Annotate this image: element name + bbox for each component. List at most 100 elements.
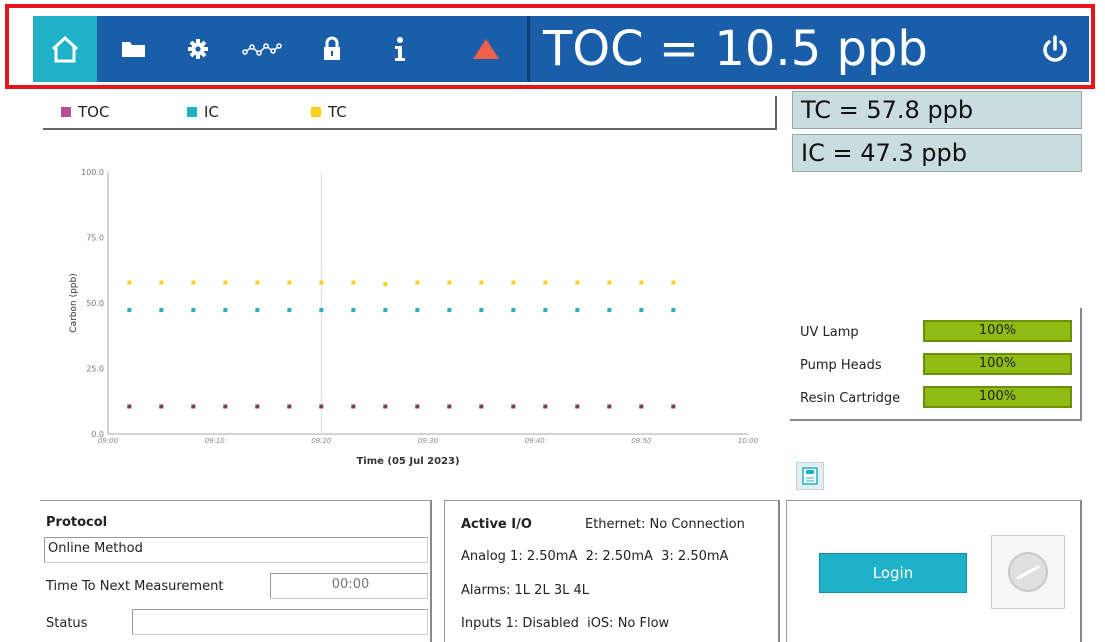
data-point-tc: [127, 280, 132, 285]
data-point-tc: [351, 280, 356, 285]
y-tick-label: 50.0: [86, 299, 104, 308]
x-tick-label: 09:20: [311, 437, 332, 445]
next-measurement-value: 00:00: [270, 573, 428, 599]
data-point-toc: [415, 404, 420, 409]
tc-reading: TC = 57.8 ppb: [792, 91, 1082, 129]
gauge-icon: [1008, 552, 1048, 592]
data-point-ic: [415, 308, 420, 313]
login-button[interactable]: Login: [819, 553, 967, 593]
data-point-ic: [639, 308, 644, 313]
data-point-tc: [543, 280, 548, 285]
consumable-bar: 100%: [923, 320, 1072, 342]
power-button[interactable]: [1033, 16, 1077, 82]
x-tick-label: 09:00: [98, 437, 119, 445]
analog-outputs: Analog 1: 2.50mA 2: 2.50mA 3: 2.50mA: [461, 549, 729, 564]
chart-legend: TOC IC TC: [43, 96, 777, 130]
y-axis-title: Carbon (ppb): [69, 273, 79, 332]
data-point-toc: [671, 404, 676, 409]
login-panel: Login: [786, 500, 1082, 642]
legend-item-tc[interactable]: TC: [311, 103, 347, 121]
protocol-method-field[interactable]: Online Method: [44, 537, 428, 563]
active-io-panel: Active I/O Ethernet: No Connection Analo…: [444, 500, 780, 642]
legend-label: TC: [328, 103, 347, 121]
data-point-tc: [287, 280, 292, 285]
data-point-toc: [287, 404, 292, 409]
data-point-toc: [511, 404, 516, 409]
data-point-ic: [223, 308, 228, 313]
data-point-toc: [255, 404, 260, 409]
home-button[interactable]: [33, 16, 97, 82]
status-dial[interactable]: [991, 535, 1065, 609]
folder-icon: [122, 42, 145, 57]
data-point-tc: [639, 280, 644, 285]
data-point-tc: [415, 280, 420, 285]
files-button[interactable]: [103, 16, 165, 82]
info-icon: [395, 37, 405, 61]
legend-item-ic[interactable]: IC: [187, 103, 219, 121]
data-point-tc: [223, 280, 228, 285]
data-point-tc: [255, 280, 260, 285]
legend-label: TOC: [78, 103, 110, 121]
ethernet-status: Ethernet: No Connection: [585, 517, 745, 532]
data-point-ic: [127, 308, 132, 313]
gear-icon: [188, 39, 208, 59]
legend-swatch: [311, 107, 321, 117]
data-point-ic: [351, 308, 356, 313]
legend-swatch: [187, 107, 197, 117]
info-button[interactable]: [369, 16, 431, 82]
status-field: [132, 609, 428, 635]
data-point-ic: [607, 308, 612, 313]
data-point-toc: [447, 404, 452, 409]
data-point-ic: [479, 308, 484, 313]
data-point-ic: [255, 308, 260, 313]
next-measurement-label: Time To Next Measurement: [46, 579, 224, 594]
data-point-toc: [479, 404, 484, 409]
warning-icon: [473, 39, 499, 59]
data-point-toc: [159, 404, 164, 409]
data-point-toc: [607, 404, 612, 409]
data-point-ic: [671, 308, 676, 313]
x-tick-label: 09:50: [631, 437, 652, 445]
data-point-ic: [575, 308, 580, 313]
consumable-bar: 100%: [923, 353, 1072, 375]
protocol-panel: Protocol Online Method Time To Next Meas…: [40, 500, 432, 642]
security-button[interactable]: [301, 16, 363, 82]
data-point-toc: [543, 404, 548, 409]
alarms-status: Alarms: 1L 2L 3L 4L: [461, 583, 589, 598]
data-point-ic: [511, 308, 516, 313]
consumable-label: UV Lamp: [800, 325, 859, 340]
data-point-toc: [127, 404, 132, 409]
data-point-tc: [607, 280, 612, 285]
y-tick-label: 100.0: [81, 168, 104, 177]
data-point-ic: [383, 308, 388, 313]
data-point-ic: [159, 308, 164, 313]
x-axis-title: Time (05 Jul 2023): [356, 456, 459, 467]
trend-button[interactable]: [231, 16, 293, 82]
toolbar-divider: [527, 16, 530, 82]
status-label: Status: [46, 616, 88, 631]
save-icon: [802, 467, 818, 485]
io-title: Active I/O: [461, 517, 532, 532]
consumables-panel: UV Lamp 100% Pump Heads 100% Resin Cartr…: [790, 308, 1082, 421]
consumable-label: Resin Cartridge: [800, 391, 901, 406]
data-point-ic: [543, 308, 548, 313]
top-toolbar: TOC = 10.5 ppb: [5, 4, 1095, 89]
consumable-bar: 100%: [923, 386, 1072, 408]
data-point-tc: [447, 280, 452, 285]
legend-label: IC: [204, 103, 219, 121]
alarm-button[interactable]: [455, 16, 517, 82]
save-data-button[interactable]: [796, 462, 824, 490]
toolbar-strip: TOC = 10.5 ppb: [33, 16, 1089, 82]
legend-item-toc[interactable]: TOC: [61, 103, 109, 121]
x-tick-label: 09:30: [418, 437, 439, 445]
data-point-tc: [159, 280, 164, 285]
y-tick-label: 25.0: [86, 365, 104, 374]
home-icon: [51, 35, 79, 63]
data-point-toc: [191, 404, 196, 409]
data-point-ic: [287, 308, 292, 313]
consumable-label: Pump Heads: [800, 358, 882, 373]
data-point-tc: [319, 280, 324, 285]
settings-button[interactable]: [167, 16, 229, 82]
inputs-status: Inputs 1: Disabled iOS: No Flow: [461, 616, 670, 631]
x-tick-label: 09:40: [525, 437, 546, 445]
